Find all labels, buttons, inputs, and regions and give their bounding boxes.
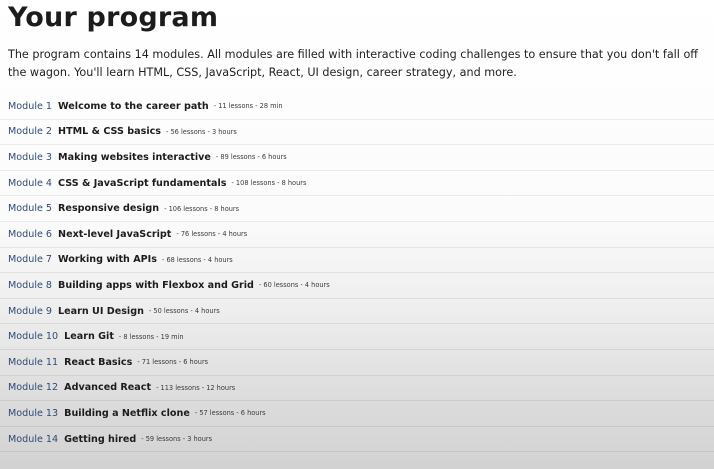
module-meta: - 8 lessons - 19 min: [118, 332, 184, 341]
module-row-11[interactable]: Module 11 React Basics - 71 lessons - 6 …: [0, 350, 714, 376]
module-meta: - 60 lessons - 4 hours: [258, 281, 330, 290]
module-row-5[interactable]: Module 5 Responsive design - 106 lessons…: [0, 196, 714, 222]
module-title: Making websites interactive: [58, 151, 211, 163]
module-meta: - 56 lessons - 3 hours: [166, 127, 237, 136]
module-title: Next-level JavaScript: [58, 228, 172, 240]
module-meta: - 113 lessons - 12 hours: [156, 383, 236, 392]
module-number: Module 7: [8, 254, 53, 266]
module-row-3[interactable]: Module 3 Making websites interactive - 8…: [0, 145, 714, 171]
module-row-7[interactable]: Module 7 Working with APIs - 68 lessons …: [0, 248, 714, 274]
module-row-12[interactable]: Module 12 Advanced React - 113 lessons -…: [0, 376, 714, 402]
module-row-6[interactable]: Module 6 Next-level JavaScript - 76 less…: [0, 222, 714, 248]
module-meta: - 106 lessons - 8 hours: [164, 204, 240, 213]
module-title: Building apps with Flexbox and Grid: [58, 279, 254, 291]
page-title: Your program: [8, 2, 219, 33]
module-title: HTML & CSS basics: [58, 126, 162, 138]
module-meta: - 89 lessons - 6 hours: [215, 153, 287, 162]
module-number: Module 10: [8, 331, 59, 343]
module-row-13[interactable]: Module 13 Building a Netflix clone - 57 …: [0, 401, 714, 427]
module-row-14[interactable]: Module 14 Getting hired - 59 lessons - 3…: [0, 427, 714, 453]
program-page: Your program The program contains 14 mod…: [0, 0, 714, 469]
module-number: Module 12: [8, 382, 59, 394]
module-meta: - 68 lessons - 4 hours: [161, 255, 233, 264]
module-row-2[interactable]: Module 2 HTML & CSS basics - 56 lessons …: [0, 120, 714, 146]
module-number: Module 6: [8, 228, 53, 240]
module-row-9[interactable]: Module 9 Learn UI Design - 50 lessons - …: [0, 299, 714, 325]
module-number: Module 8: [8, 279, 53, 291]
module-number: Module 9: [8, 305, 53, 317]
module-title: Building a Netflix clone: [64, 407, 190, 419]
module-number: Module 5: [8, 203, 53, 215]
module-meta: - 57 lessons - 6 hours: [194, 409, 266, 418]
module-meta: - 76 lessons - 4 hours: [176, 230, 248, 239]
module-meta: - 71 lessons - 6 hours: [137, 358, 209, 367]
module-title: Getting hired: [64, 433, 137, 445]
module-number: Module 14: [8, 433, 59, 445]
module-row-8[interactable]: Module 8 Building apps with Flexbox and …: [0, 273, 714, 299]
module-title: Advanced React: [64, 382, 152, 394]
module-number: Module 2: [8, 126, 53, 138]
module-list: Module 1 Welcome to the career path - 11…: [0, 94, 714, 453]
module-row-10[interactable]: Module 10 Learn Git - 8 lessons - 19 min: [0, 324, 714, 350]
module-number: Module 1: [8, 100, 53, 112]
module-number: Module 3: [8, 151, 53, 163]
module-title: CSS & JavaScript fundamentals: [58, 177, 227, 189]
module-number: Module 13: [8, 407, 59, 419]
module-row-4[interactable]: Module 4 CSS & JavaScript fundamentals -…: [0, 171, 714, 197]
module-title: Learn UI Design: [58, 305, 144, 317]
module-title: Working with APIs: [58, 254, 157, 266]
module-meta: - 108 lessons - 8 hours: [231, 179, 307, 188]
module-title: React Basics: [64, 356, 133, 368]
module-number: Module 4: [8, 177, 53, 189]
program-description: The program contains 14 modules. All mod…: [8, 48, 698, 79]
module-row-1[interactable]: Module 1 Welcome to the career path - 11…: [0, 94, 714, 120]
module-title: Responsive design: [58, 203, 160, 215]
module-title: Welcome to the career path: [58, 100, 209, 112]
module-meta: - 50 lessons - 4 hours: [148, 307, 220, 316]
module-title: Learn Git: [64, 331, 114, 343]
module-meta: - 59 lessons - 3 hours: [141, 435, 213, 444]
module-number: Module 11: [8, 356, 59, 368]
module-meta: - 11 lessons - 28 min: [213, 102, 283, 111]
